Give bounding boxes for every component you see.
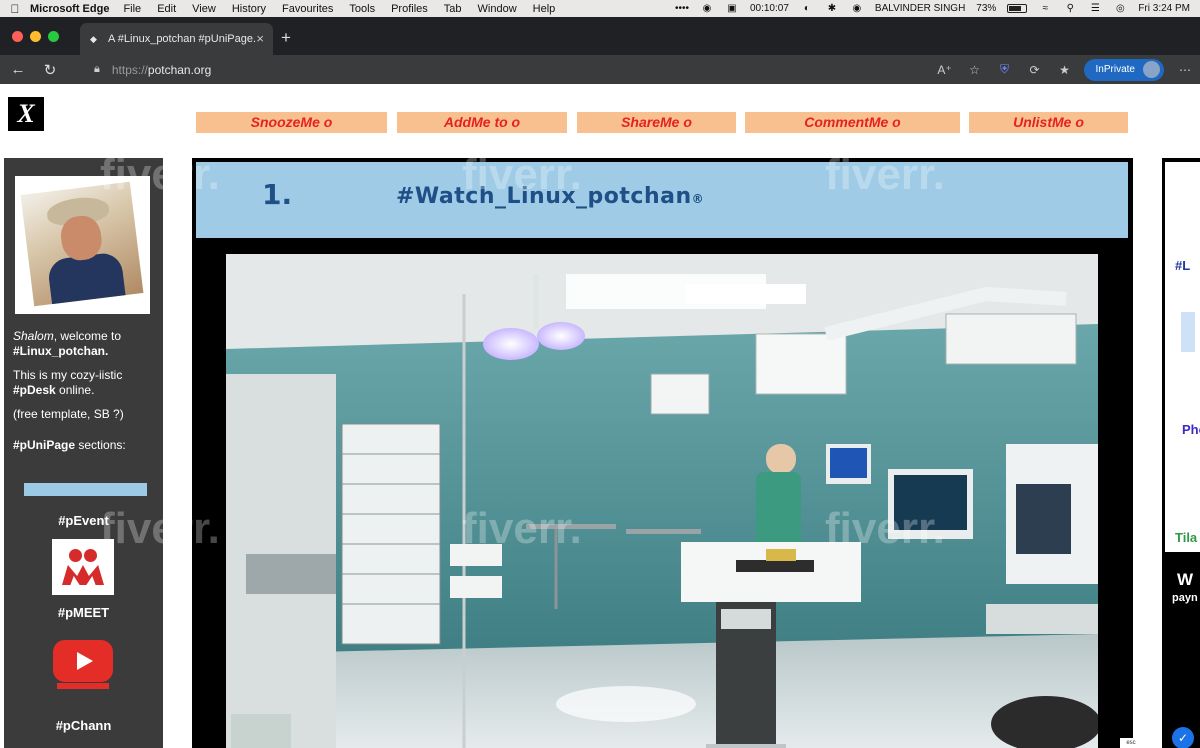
browser-tabstrip: ◆ A #Linux_potchan #pUniPage. × + — [0, 17, 1200, 55]
sections-heading: #pUniPage sections: — [13, 438, 126, 452]
recording-timer: 00:10:07 — [749, 3, 789, 14]
url-host: potchan.org — [147, 62, 212, 77]
addme-button[interactable]: AddMe to o — [397, 112, 567, 133]
dots-icon[interactable]: •••• — [675, 3, 689, 14]
inprivate-button[interactable]: InPrivate — [1083, 58, 1164, 81]
minimize-window-button[interactable] — [30, 31, 41, 42]
snoozeme-button[interactable]: SnoozeMe o — [196, 112, 387, 133]
more-options-icon[interactable]: ⋯ — [1170, 63, 1200, 77]
bluetooth-icon[interactable]: ✱ — [825, 3, 839, 14]
zoom-window-button[interactable] — [48, 31, 59, 42]
menu-favourites[interactable]: Favourites — [282, 3, 333, 15]
tab-favicon-icon: ◆ — [90, 34, 97, 44]
inprivate-label: InPrivate — [1095, 64, 1135, 75]
welcome-text: Shalom, welcome to #Linux_potchan. — [13, 329, 122, 358]
menu-edit[interactable]: Edit — [157, 3, 176, 15]
app-menu[interactable]: Microsoft Edge — [30, 3, 109, 15]
profile-photo-frame — [15, 176, 150, 314]
menubar-status-area: •••• ◉ ▣ 00:10:07 ◐ ✱ ◉ BALVINDER SINGH … — [675, 3, 1200, 14]
menu-view[interactable]: View — [192, 3, 216, 15]
section-pevent[interactable]: #pEvent — [4, 513, 163, 528]
right-panel-pho[interactable]: Pho — [1182, 422, 1200, 437]
banner-hashtag[interactable]: #Watch_Linux_potchan® — [396, 184, 704, 209]
menubar-clock[interactable]: Fri 3:24 PM — [1138, 3, 1190, 14]
watch-banner: 1. #Watch_Linux_potchan® — [196, 162, 1128, 238]
toolbar-actions: A⁺ ☆ ⛨ ⟳ ★ InPrivate ⋯ — [930, 55, 1200, 84]
right-panel-payn: payn — [1172, 592, 1198, 604]
profile-avatar[interactable] — [1143, 61, 1160, 78]
active-tab[interactable]: ◆ A #Linux_potchan #pUniPage. × — [80, 23, 273, 55]
battery-icon[interactable] — [1007, 4, 1028, 13]
control-center-icon[interactable]: ☰ — [1088, 3, 1102, 14]
wifi-icon[interactable]: ≈ — [1038, 3, 1052, 14]
x-logo[interactable]: X — [8, 97, 44, 131]
banner-number: 1. — [262, 178, 293, 211]
menu-tools[interactable]: Tools — [349, 3, 375, 15]
template-note: (free template, SB ?) — [13, 407, 124, 421]
close-window-button[interactable] — [12, 31, 23, 42]
apple-icon[interactable]:  — [0, 2, 30, 16]
operating-room-image[interactable] — [226, 254, 1098, 748]
commentme-button[interactable]: CommentMe o — [745, 112, 960, 133]
tab-title: A #Linux_potchan #pUniPage. — [108, 33, 257, 45]
assistant-bubble-icon[interactable]: ✓ — [1172, 727, 1194, 748]
siri-icon[interactable]: ◎ — [1113, 3, 1127, 14]
profile-photo — [20, 181, 144, 307]
unlistme-button[interactable]: UnlistMe o — [969, 112, 1128, 133]
main-content: 1. #Watch_Linux_potchan® — [192, 158, 1133, 748]
subscribe-strip — [57, 683, 109, 689]
right-panel-w: W — [1177, 570, 1194, 589]
url-scheme: https:// — [111, 62, 148, 77]
refresh-icon[interactable]: ↻ — [38, 61, 62, 79]
shareme-button[interactable]: ShareMe o — [577, 112, 736, 133]
shield-extension-icon[interactable]: ⛨ — [990, 62, 1020, 77]
spotlight-search-icon[interactable]: ⚲ — [1063, 3, 1077, 14]
add-favorite-icon[interactable]: ☆ — [960, 63, 990, 77]
right-panel-tila[interactable]: Tila — [1175, 530, 1197, 545]
menu-window[interactable]: Window — [478, 3, 517, 15]
menu-history[interactable]: History — [232, 3, 266, 15]
mini-banner-thumbnail[interactable] — [24, 483, 147, 496]
tab-close-icon[interactable]: × — [256, 31, 264, 46]
menu-profiles[interactable]: Profiles — [391, 3, 428, 15]
menu-file[interactable]: File — [123, 3, 141, 15]
record-icon[interactable]: ◉ — [850, 3, 864, 14]
esc-key-badge[interactable]: esc — [1120, 738, 1142, 748]
lock-icon[interactable]: 🔒︎ — [94, 63, 100, 76]
window-controls — [12, 31, 59, 42]
desk-text: This is my cozy-iistic #pDesk online. — [13, 368, 123, 397]
section-pmeet[interactable]: #pMEET — [4, 605, 163, 620]
right-panel-tag[interactable]: #L — [1175, 258, 1190, 273]
extension-icon[interactable]: ⟳ — [1020, 63, 1050, 77]
operating-room-illustration — [226, 254, 1098, 748]
user-name[interactable]: BALVINDER SINGH — [875, 3, 965, 14]
vpn-icon[interactable]: ◐ — [800, 3, 814, 14]
recorder-icon[interactable]: ▣ — [725, 3, 739, 14]
new-tab-icon[interactable]: + — [281, 28, 291, 48]
browser-toolbar: ← ↻ 🔒︎ https:// potchan.org A⁺ ☆ ⛨ ⟳ ★ I… — [0, 55, 1200, 84]
github-icon[interactable]: ◉ — [700, 3, 714, 14]
section-pchann[interactable]: #pChann — [4, 718, 163, 733]
right-panel-thumbnail[interactable] — [1181, 312, 1195, 352]
menu-tab[interactable]: Tab — [444, 3, 462, 15]
left-sidebar: Shalom, welcome to #Linux_potchan. This … — [4, 158, 163, 748]
youtube-play-icon[interactable] — [53, 640, 113, 682]
menu-help[interactable]: Help — [533, 3, 556, 15]
macos-menubar:  Microsoft Edge File Edit View History … — [0, 0, 1200, 17]
right-side-panel: #L Pho Tila W payn — [1162, 158, 1200, 748]
web-page: X SnoozeMe o AddMe to o ShareMe o Commen… — [0, 84, 1200, 748]
read-aloud-icon[interactable]: A⁺ — [930, 63, 960, 77]
favorites-icon[interactable]: ★ — [1050, 63, 1080, 77]
pmeet-logo-icon[interactable] — [52, 539, 114, 595]
back-arrow-icon[interactable]: ← — [6, 61, 30, 78]
battery-percent: 73% — [976, 3, 997, 14]
right-panel-card: #L Pho Tila — [1165, 162, 1200, 552]
